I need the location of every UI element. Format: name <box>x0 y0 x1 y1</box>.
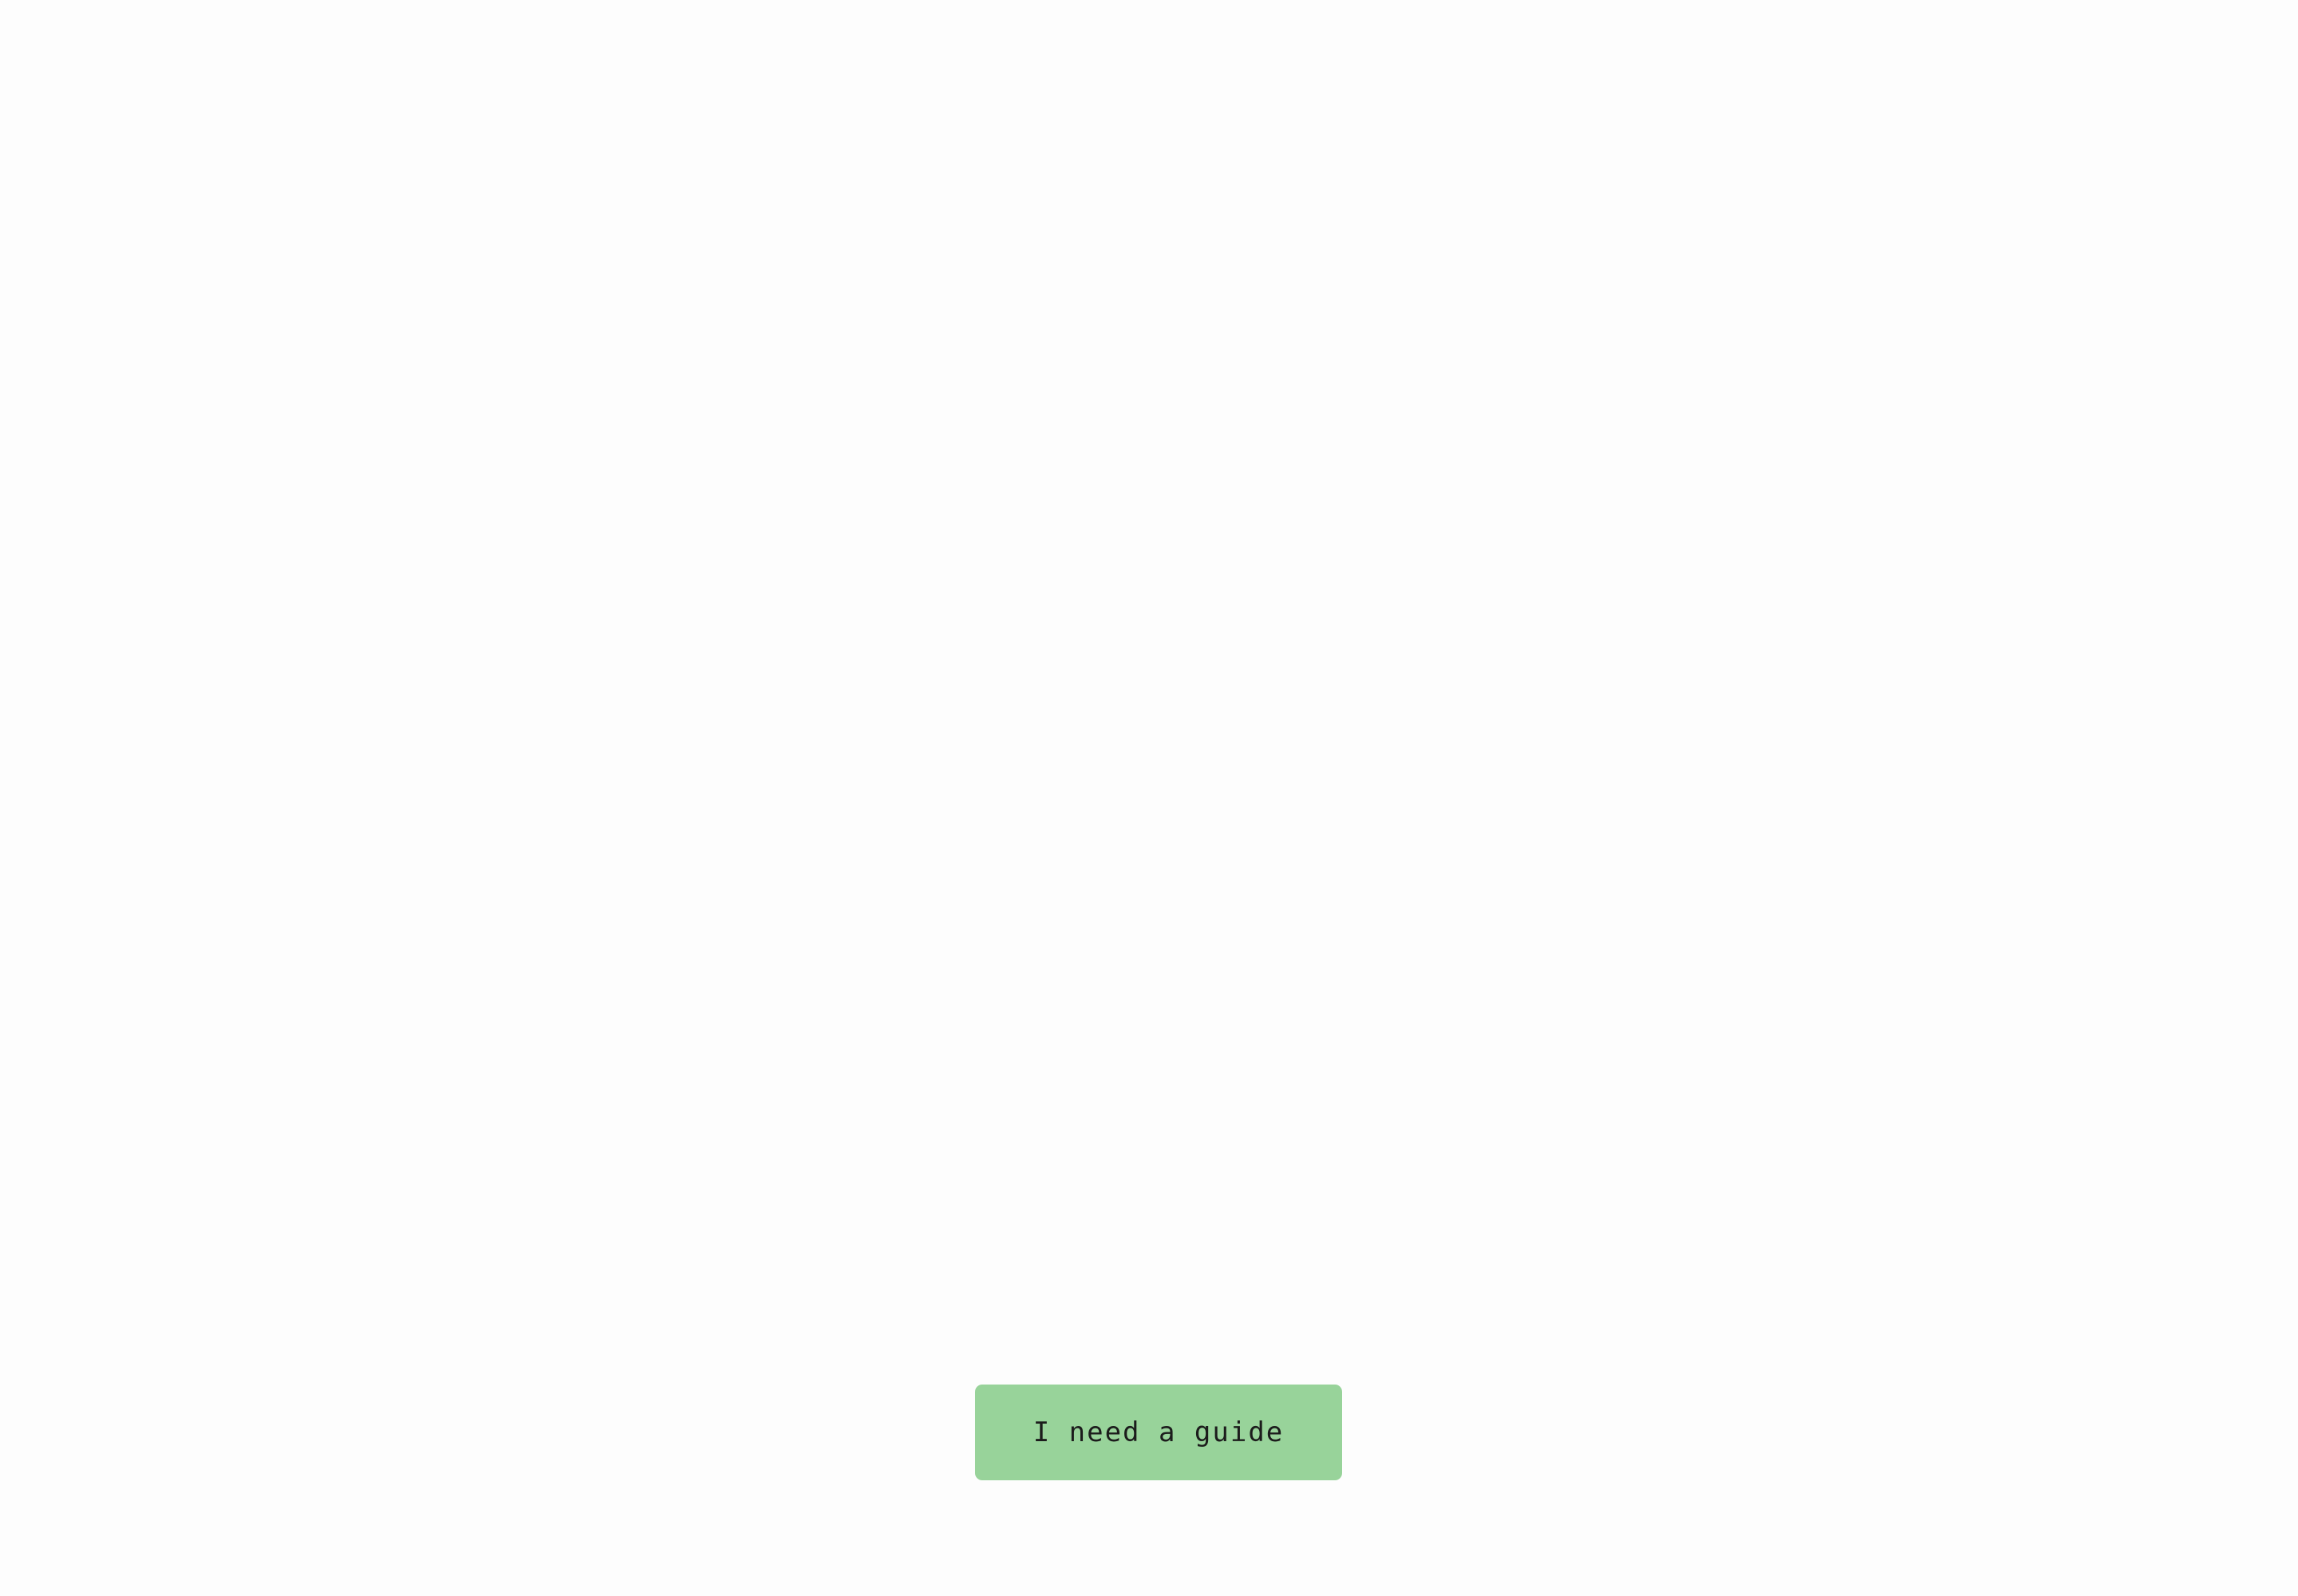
need-guide-button[interactable]: I need a guide <box>975 1385 1342 1480</box>
page-background: I need a guide <box>0 0 2298 1596</box>
